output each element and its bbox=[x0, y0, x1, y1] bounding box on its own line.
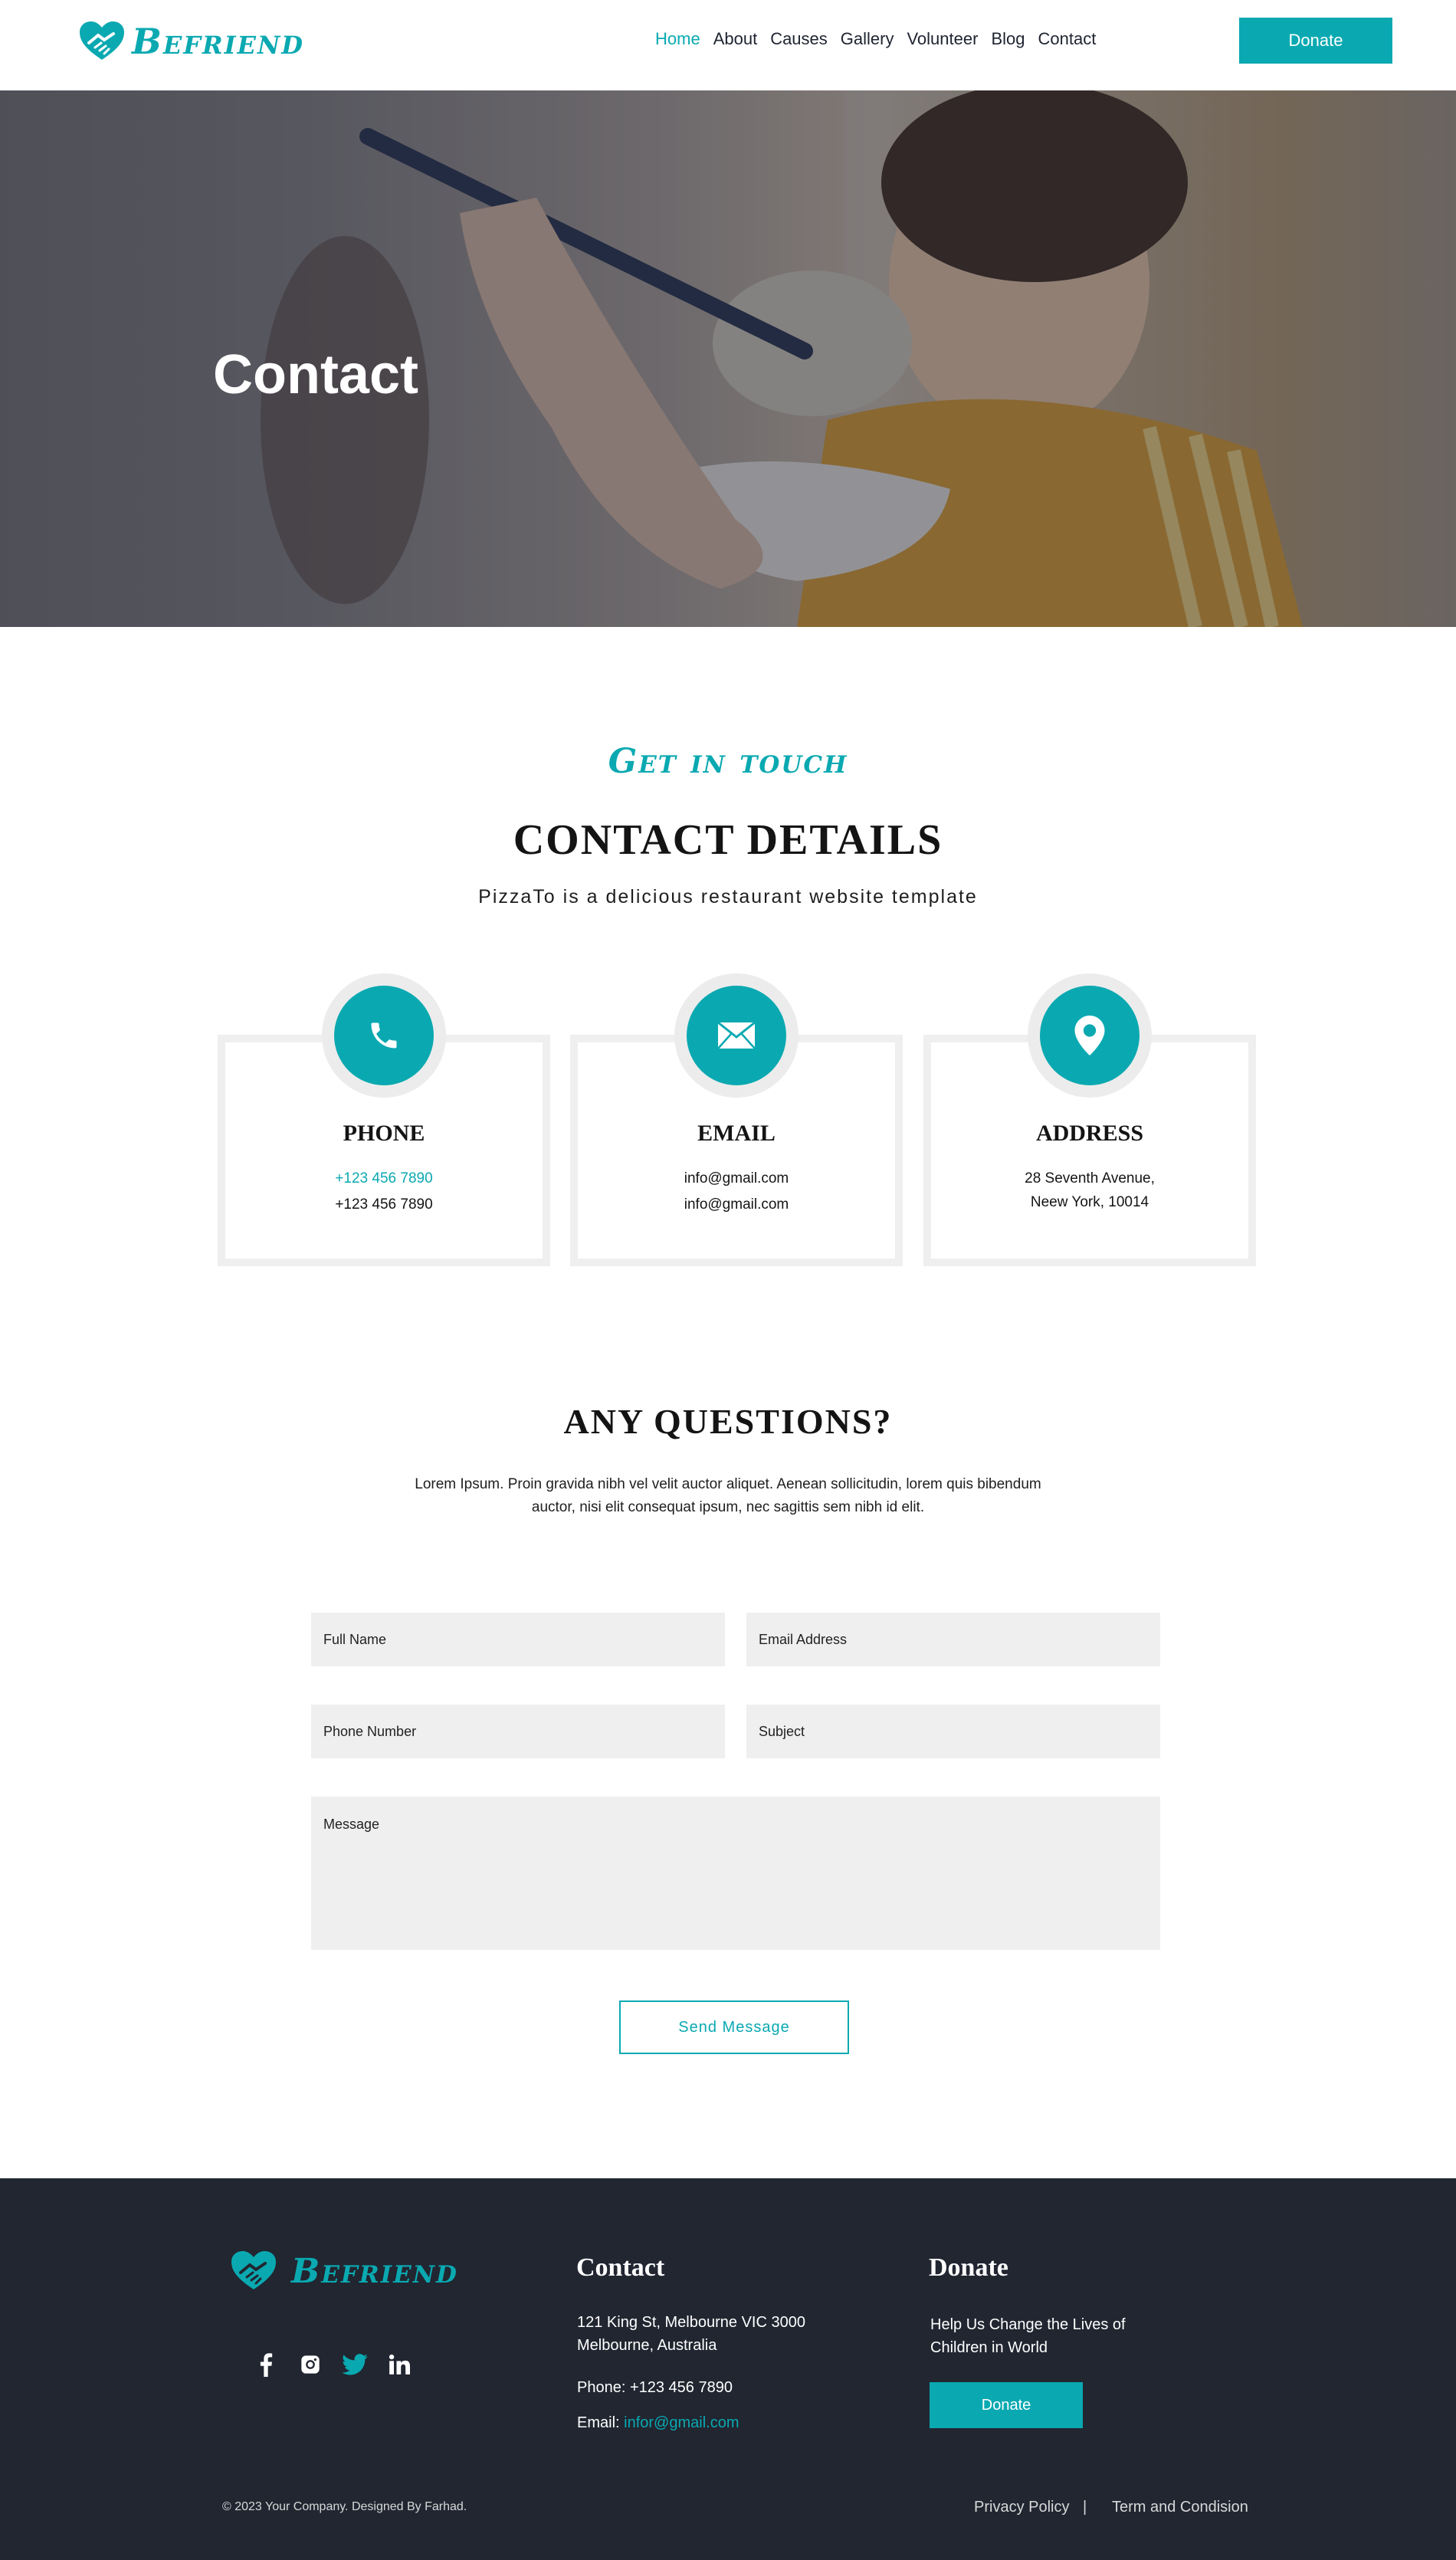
phone-line-1[interactable]: +123 456 7890 bbox=[218, 1170, 550, 1187]
phone-icon-circle bbox=[334, 986, 434, 1085]
facebook-icon[interactable] bbox=[253, 2352, 279, 2378]
phone-icon-ring bbox=[322, 973, 446, 1098]
email-line-1: info@gmail.com bbox=[684, 1170, 789, 1186]
nav-home[interactable]: Home bbox=[655, 29, 700, 49]
address-icon-ring bbox=[1028, 973, 1152, 1098]
email-line-2: info@gmail.com bbox=[684, 1196, 789, 1213]
email-icon-circle bbox=[687, 986, 786, 1085]
footer-brand-name: Befriend bbox=[291, 2251, 458, 2291]
address-card-title: ADDRESS bbox=[1035, 1121, 1144, 1146]
questions-text: Lorem Ipsum. Proin gravida nibh vel veli… bbox=[415, 1476, 1041, 1515]
footer-donate-button[interactable]: Donate bbox=[930, 2382, 1083, 2428]
heart-handshake-icon bbox=[80, 21, 124, 60]
page-title: Contact bbox=[213, 344, 418, 405]
footer-email: Email: infor@gmail.com bbox=[577, 2411, 739, 2434]
full-name-input[interactable] bbox=[311, 1613, 725, 1666]
heart-handshake-icon bbox=[231, 2251, 276, 2289]
contact-details-subtitle: PizzaTo is a delicious restaurant websit… bbox=[478, 886, 978, 907]
section-eyebrow: Get in touch bbox=[608, 742, 848, 781]
phone-icon bbox=[371, 1022, 397, 1049]
nav-gallery[interactable]: Gallery bbox=[841, 29, 894, 49]
terms-link[interactable]: Term and Condision bbox=[1112, 2499, 1248, 2516]
subject-input[interactable] bbox=[746, 1705, 1160, 1758]
footer-email-label: Email: bbox=[577, 2414, 620, 2431]
send-message-button[interactable]: Send Message bbox=[619, 2000, 849, 2054]
address-line-2: Neew York, 10014 bbox=[1030, 1194, 1149, 1210]
map-pin-icon bbox=[1074, 1016, 1105, 1055]
footer-donate-text-line-1: Help Us Change the Lives of bbox=[930, 2316, 1126, 2333]
questions-heading: ANY QUESTIONS? bbox=[563, 1402, 893, 1441]
nav-contact[interactable]: Contact bbox=[1038, 29, 1096, 49]
email-card-title: EMAIL bbox=[697, 1121, 776, 1146]
linkedin-icon[interactable] bbox=[386, 2352, 412, 2378]
copyright-text: © 2023 Your Company. Designed By Farhad. bbox=[222, 2500, 467, 2513]
phone-card-title: PHONE bbox=[343, 1121, 425, 1146]
nav-donate-button[interactable]: Donate bbox=[1239, 18, 1392, 64]
address-line-1: 28 Seventh Avenue, bbox=[1025, 1170, 1155, 1186]
hero-banner: Contact bbox=[0, 90, 1456, 627]
envelope-icon bbox=[717, 1021, 756, 1049]
main-menu: Home About Causes Gallery Volunteer Blog… bbox=[655, 29, 1109, 49]
footer-donate-text-line-2: Children in World bbox=[930, 2339, 1048, 2356]
footer-contact-heading: Contact bbox=[576, 2253, 665, 2282]
brand-logo[interactable]: Befriend bbox=[78, 20, 304, 63]
footer-donate-heading: Donate bbox=[929, 2253, 1008, 2282]
message-textarea[interactable] bbox=[311, 1797, 1160, 1950]
footer-email-link[interactable]: infor@gmail.com bbox=[624, 2414, 739, 2431]
phone-number-input[interactable] bbox=[311, 1705, 725, 1758]
instagram-icon[interactable] bbox=[297, 2352, 323, 2378]
legal-separator: | bbox=[1083, 2499, 1087, 2516]
nav-about[interactable]: About bbox=[713, 29, 758, 49]
footer-address-line-1: 121 King St, Melbourne VIC 3000 bbox=[577, 2314, 805, 2331]
footer-phone: Phone: +123 456 7890 bbox=[577, 2379, 733, 2396]
nav-blog[interactable]: Blog bbox=[991, 29, 1025, 49]
social-links bbox=[253, 2352, 412, 2378]
phone-line-2: +123 456 7890 bbox=[335, 1196, 433, 1213]
address-icon-circle bbox=[1040, 986, 1140, 1085]
nav-causes[interactable]: Causes bbox=[770, 29, 828, 49]
top-navbar: Befriend Home About Causes Gallery Volun… bbox=[0, 0, 1456, 90]
email-icon-ring bbox=[674, 973, 799, 1098]
nav-volunteer[interactable]: Volunteer bbox=[907, 29, 978, 49]
footer-address-line-2: Melbourne, Australia bbox=[577, 2337, 717, 2354]
email-address-input[interactable] bbox=[746, 1613, 1160, 1666]
twitter-icon[interactable] bbox=[342, 2352, 368, 2378]
privacy-policy-link[interactable]: Privacy Policy bbox=[974, 2499, 1069, 2516]
brand-name: Befriend bbox=[132, 21, 304, 62]
footer-brand-logo[interactable]: Befriend bbox=[230, 2250, 458, 2293]
contact-details-heading: CONTACT DETAILS bbox=[513, 816, 943, 864]
